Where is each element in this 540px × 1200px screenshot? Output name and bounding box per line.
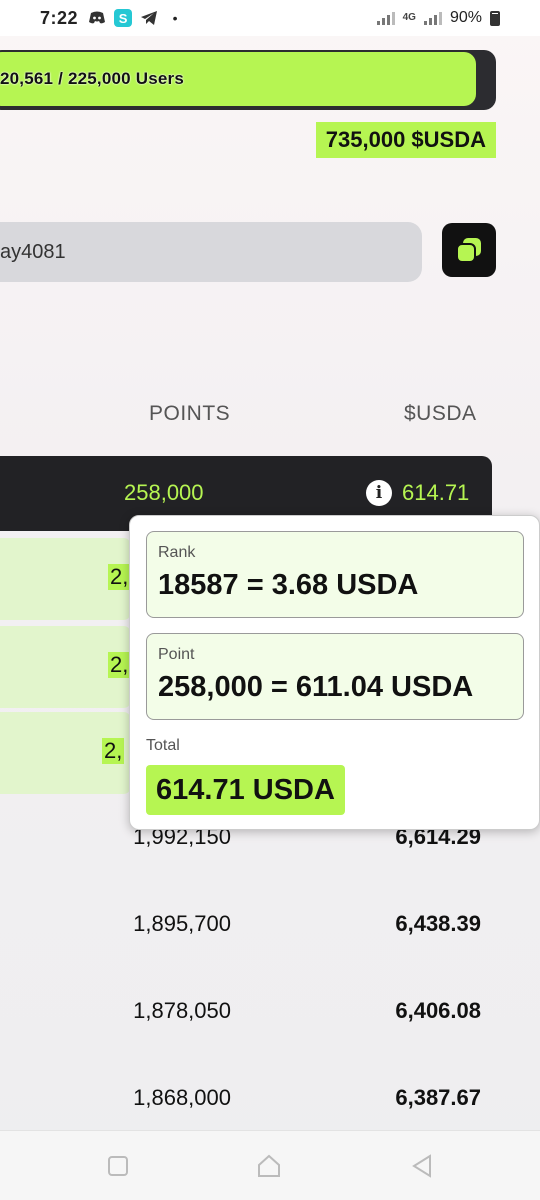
- recent-apps-icon[interactable]: [108, 1156, 128, 1176]
- users-progress-bar: 20,561 / 225,000 Users: [0, 50, 496, 110]
- username-field[interactable]: ay4081: [0, 222, 422, 282]
- rank-label: Rank: [158, 544, 196, 561]
- username-text: ay4081: [0, 240, 66, 263]
- signal-icon-2: [423, 11, 442, 25]
- status-time: 7:22: [40, 7, 79, 28]
- rank-reward-value: 18587 = 3.68 USDA: [158, 569, 419, 601]
- point-label: Point: [158, 646, 195, 663]
- signal-icon: [376, 11, 395, 25]
- my-points: 258,000: [124, 480, 204, 505]
- my-usda: 614.71: [402, 480, 470, 505]
- row-usda: 6,387.67: [395, 1085, 481, 1110]
- row-points: 1,868,000: [133, 1085, 231, 1110]
- row-points: 1,878,050: [133, 998, 231, 1023]
- home-icon[interactable]: [256, 1153, 282, 1184]
- total-reward-value: 614.71 USDA: [146, 765, 345, 815]
- network-type: 4G: [402, 12, 416, 23]
- status-bar: 7:22 S • 4G 90%: [0, 0, 540, 36]
- point-reward-value: 258,000 = 611.04 USDA: [158, 671, 474, 703]
- top-rank-points-3: 2,: [102, 738, 125, 764]
- dot-icon: •: [172, 10, 178, 26]
- info-icon[interactable]: i: [366, 480, 392, 506]
- top-rank-points-1: 2,: [108, 564, 131, 590]
- back-icon[interactable]: [410, 1153, 434, 1184]
- copy-icon: [456, 238, 481, 263]
- reward-breakdown-popup: Rank 18587 = 3.68 USDA Point 258,000 = 6…: [129, 515, 540, 830]
- pool-amount-badge: 735,000 $USDA: [315, 122, 496, 158]
- app-notification-icon: S: [114, 9, 133, 27]
- top-rank-points-2: 2,: [108, 652, 131, 678]
- points-column-header: POINTS: [149, 402, 231, 425]
- system-nav-bar: [0, 1130, 540, 1200]
- battery-percent: 90%: [449, 9, 482, 26]
- copy-button[interactable]: [442, 223, 496, 277]
- users-progress-fill: 20,561 / 225,000 Users: [0, 52, 476, 106]
- usda-column-header: $USDA: [404, 402, 477, 425]
- rank-reward-box: Rank 18587 = 3.68 USDA: [146, 531, 524, 618]
- point-reward-box: Point 258,000 = 611.04 USDA: [146, 633, 524, 720]
- telegram-icon: [140, 9, 158, 27]
- row-usda: 6,438.39: [395, 911, 481, 936]
- battery-icon: [490, 10, 500, 26]
- users-progress-label: 20,561 / 225,000 Users: [0, 69, 184, 88]
- row-usda: 6,406.08: [395, 998, 481, 1023]
- row-points: 1,895,700: [133, 911, 231, 936]
- total-label: Total: [146, 737, 180, 754]
- discord-icon: [88, 9, 106, 27]
